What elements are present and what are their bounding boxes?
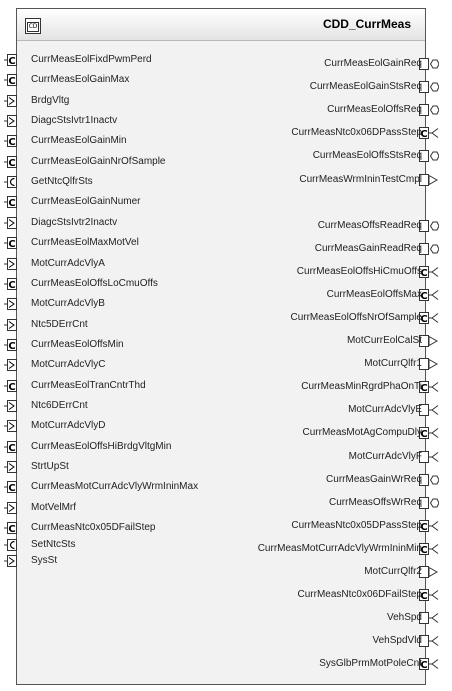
- port-nvdata-icon[interactable]: [419, 103, 440, 117]
- port-client-icon[interactable]: C: [419, 542, 439, 556]
- left-port-curr-meas-eol-gain-numer[interactable]: C CurrMeasEolGainNumer: [0, 194, 452, 210]
- port-label: SysGlbPrmMotPoleCnt: [319, 658, 422, 669]
- port-label: MotCurrAdcVlyE: [348, 404, 422, 415]
- port-label: CurrMeasEolGainStsReq: [309, 81, 422, 92]
- port-receiver-icon[interactable]: [419, 611, 439, 625]
- port-label: CurrMeasEolOffsNrOfSample: [290, 312, 422, 323]
- port-label: CurrMeasOffsReadReq: [317, 220, 422, 231]
- right-port-mot-curr-qlfr1[interactable]: MotCurrQlfr1: [0, 356, 452, 372]
- right-port-mot-curr-adc-vly-f[interactable]: MotCurrAdcVlyF: [0, 449, 452, 465]
- port-label: CurrMeasMotCurrAdcVlyWrmIninMin: [257, 543, 422, 554]
- right-port-curr-meas-ntc0x06-dfail-step[interactable]: C CurrMeasNtc0x06DFailStep: [0, 587, 452, 603]
- port-label: MotCurrEolCalSt: [346, 335, 422, 346]
- right-port-curr-meas-eol-offs-req[interactable]: CurrMeasEolOffsReq: [0, 102, 452, 118]
- right-port-veh-spd-vld[interactable]: VehSpdVld: [0, 633, 452, 649]
- port-nvdata-icon[interactable]: [419, 496, 440, 510]
- port-receiver-icon[interactable]: [419, 403, 439, 417]
- right-port-curr-meas-gain-read-req[interactable]: CurrMeasGainReadReq: [0, 241, 452, 257]
- port-label: CurrMeasEolGainReq: [324, 58, 422, 69]
- port-label: VehSpd: [386, 612, 422, 623]
- port-receiver-icon[interactable]: [419, 634, 439, 648]
- port-client-icon[interactable]: C: [419, 426, 439, 440]
- right-port-curr-meas-wrm-inin-test-cmpl[interactable]: CurrMeasWrmIninTestCmpl: [0, 172, 452, 188]
- right-port-mot-curr-qlfr2[interactable]: MotCurrQlfr2: [0, 564, 452, 580]
- component-header: CD CDD_CurrMeas: [17, 9, 425, 41]
- right-port-curr-meas-eol-gain-req[interactable]: CurrMeasEolGainReq: [0, 56, 452, 72]
- port-nvdata-icon[interactable]: [419, 149, 440, 163]
- right-port-curr-meas-mot-curr-adc-vly-wrm-inin-min[interactable]: C CurrMeasMotCurrAdcVlyWrmIninMin: [0, 541, 452, 557]
- right-port-curr-meas-eol-gain-sts-req[interactable]: CurrMeasEolGainStsReq: [0, 79, 452, 95]
- port-client-icon[interactable]: C: [4, 195, 24, 209]
- port-label: MotCurrQlfr1: [364, 358, 422, 369]
- right-port-curr-meas-offs-read-req[interactable]: CurrMeasOffsReadReq: [0, 218, 452, 234]
- port-label: CurrMeasWrmIninTestCmpl: [299, 174, 422, 185]
- port-client-icon[interactable]: C: [419, 380, 439, 394]
- port-label: CurrMeasNtc0x06DPassStep: [291, 127, 422, 138]
- right-port-veh-spd[interactable]: VehSpd: [0, 610, 452, 626]
- right-port-mot-curr-eol-cal-st[interactable]: MotCurrEolCalSt: [0, 333, 452, 349]
- port-label: CurrMeasEolOffsStsReq: [312, 150, 422, 161]
- port-label: CurrMeasOffsWrReq: [329, 497, 422, 508]
- right-port-sys-glb-prm-mot-pole-cnt[interactable]: C SysGlbPrmMotPoleCnt: [0, 656, 452, 672]
- port-sender-icon[interactable]: [419, 334, 439, 348]
- right-port-curr-meas-mot-ag-compu-dly[interactable]: C CurrMeasMotAgCompuDly: [0, 425, 452, 441]
- port-client-icon[interactable]: C: [419, 519, 439, 533]
- port-nvdata-icon[interactable]: [419, 219, 440, 233]
- right-port-curr-meas-eol-offs-nr-of-sample[interactable]: C CurrMeasEolOffsNrOfSample: [0, 310, 452, 326]
- port-label: MotCurrAdcVlyF: [348, 451, 422, 462]
- right-port-curr-meas-eol-offs-max[interactable]: C CurrMeasEolOffsMax: [0, 287, 452, 303]
- right-port-curr-meas-offs-wr-req[interactable]: CurrMeasOffsWrReq: [0, 495, 452, 511]
- right-port-curr-meas-ntc0x06-dpass-step[interactable]: C CurrMeasNtc0x06DPassStep: [0, 125, 452, 141]
- port-nvdata-icon[interactable]: [419, 80, 440, 94]
- port-nvdata-icon[interactable]: [419, 57, 440, 71]
- right-port-curr-meas-eol-offs-hi-cmu-offs[interactable]: C CurrMeasEolOffsHiCmuOffs: [0, 264, 452, 280]
- port-label: CurrMeasMotAgCompuDly: [302, 427, 422, 438]
- port-label: VehSpdVld: [372, 635, 423, 646]
- component-title: CDD_CurrMeas: [322, 17, 411, 31]
- port-client-icon[interactable]: C: [419, 126, 439, 140]
- port-label: MotCurrQlfr2: [364, 566, 422, 577]
- port-label: CurrMeasGainReadReq: [314, 243, 422, 254]
- port-client-icon[interactable]: C: [419, 588, 439, 602]
- port-nvdata-icon[interactable]: [419, 473, 440, 487]
- port-nvdata-icon[interactable]: [419, 242, 440, 256]
- composition-icon-text: CD: [27, 22, 39, 32]
- port-label: CurrMeasNtc0x06DFailStep: [297, 589, 423, 600]
- port-label: CurrMeasMinRgrdPhaOnTi: [301, 381, 422, 392]
- port-client-icon[interactable]: C: [419, 265, 439, 279]
- port-client-icon[interactable]: C: [419, 311, 439, 325]
- right-port-curr-meas-ntc0x05-dpass-step[interactable]: C CurrMeasNtc0x05DPassStep: [0, 518, 452, 534]
- port-label: CurrMeasEolOffsMax: [326, 289, 422, 300]
- port-client-icon[interactable]: C: [419, 288, 439, 302]
- port-client-icon[interactable]: C: [419, 657, 439, 671]
- port-label: CurrMeasEolOffsReq: [327, 104, 422, 115]
- right-port-curr-meas-eol-offs-sts-req[interactable]: CurrMeasEolOffsStsReq: [0, 148, 452, 164]
- right-port-curr-meas-min-rgrd-pha-on-ti[interactable]: C CurrMeasMinRgrdPhaOnTi: [0, 379, 452, 395]
- port-sender-icon[interactable]: [419, 565, 439, 579]
- port-receiver-icon[interactable]: [419, 450, 439, 464]
- right-port-curr-meas-gain-wr-req[interactable]: CurrMeasGainWrReq: [0, 472, 452, 488]
- port-label: CurrMeasEolGainNumer: [31, 196, 141, 207]
- right-port-mot-curr-adc-vly-e[interactable]: MotCurrAdcVlyE: [0, 402, 452, 418]
- port-sender-icon[interactable]: [419, 173, 439, 187]
- port-label: CurrMeasNtc0x05DPassStep: [291, 520, 422, 531]
- svg-text:C: C: [8, 198, 15, 209]
- port-sender-icon[interactable]: [419, 357, 439, 371]
- port-label: CurrMeasGainWrReq: [326, 474, 422, 485]
- composition-icon: CD: [25, 18, 41, 34]
- port-label: CurrMeasEolOffsHiCmuOffs: [296, 266, 422, 277]
